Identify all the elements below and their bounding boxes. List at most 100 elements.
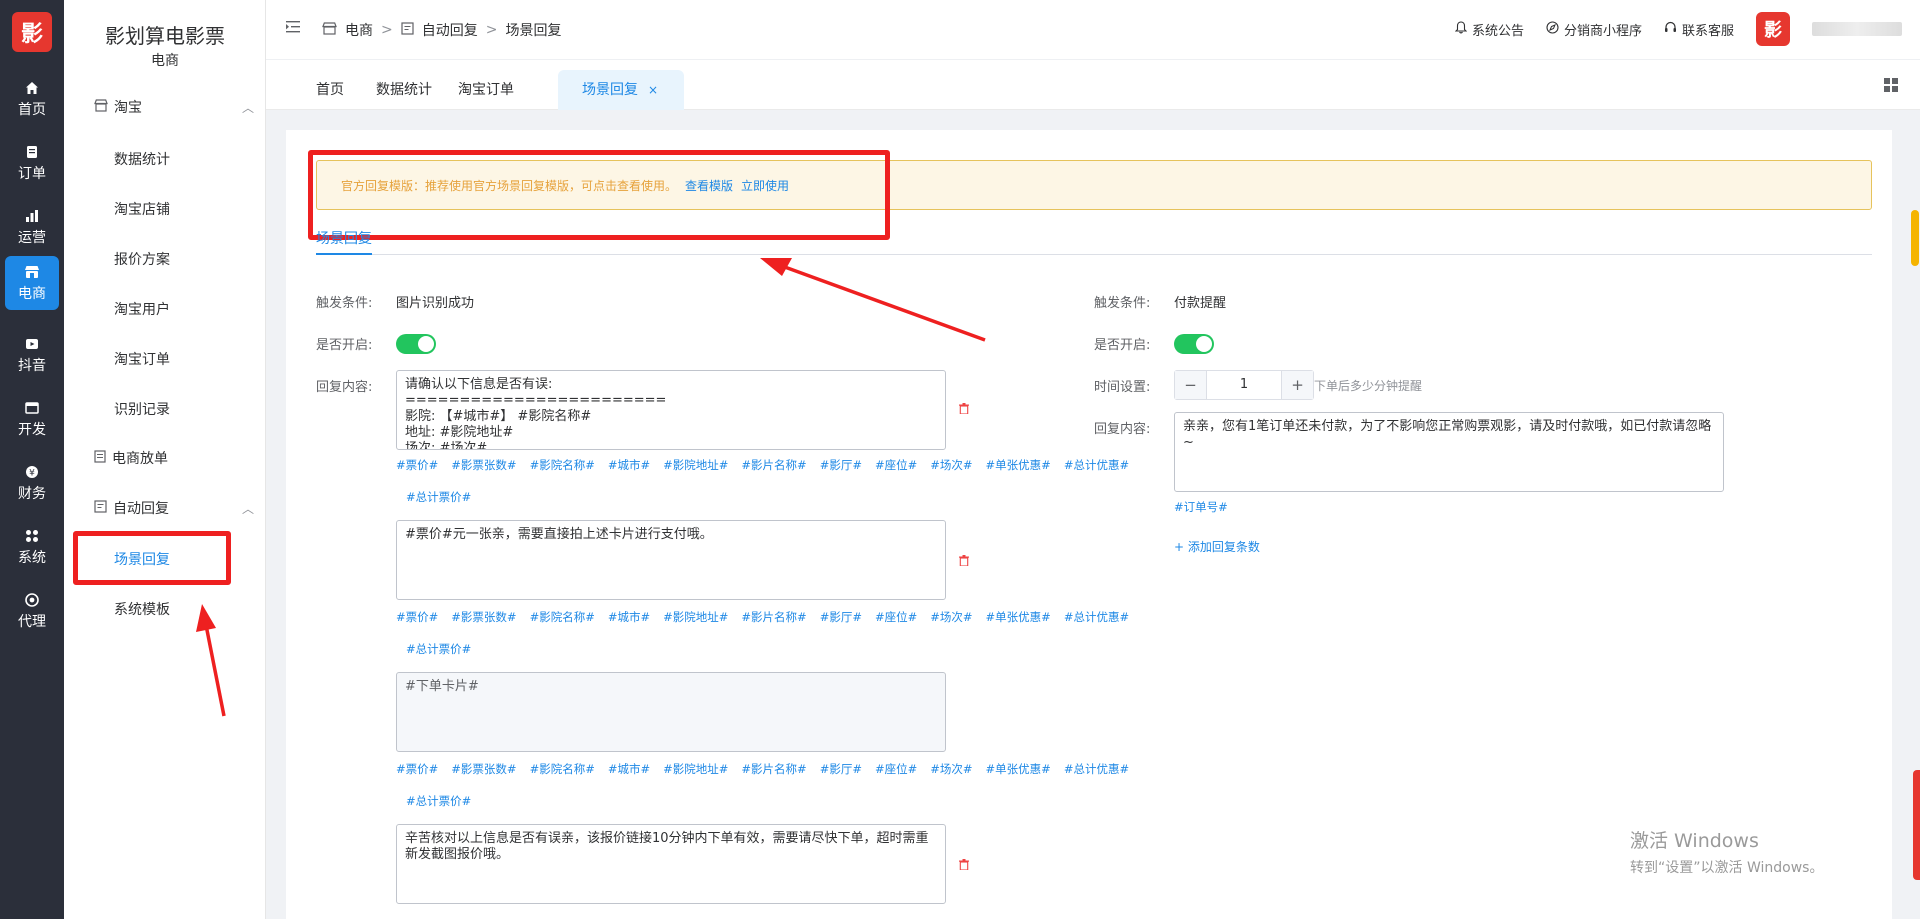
collapse-menu-icon[interactable] xyxy=(286,20,302,34)
tag-cinema-address[interactable]: #影院地址# xyxy=(663,609,728,625)
miniapp-link[interactable]: 分销商小程序 xyxy=(1546,20,1642,39)
breadcrumb-item[interactable]: 电商 xyxy=(345,20,373,40)
tag-total-price[interactable]: #总计票价# xyxy=(406,641,471,657)
rail-item-douyin[interactable]: 抖音 xyxy=(5,328,59,382)
menu-item-quote-plan[interactable]: 报价方案 xyxy=(114,249,244,269)
tag-cinema-address[interactable]: #影院地址# xyxy=(663,761,728,777)
rail-item-ecommerce[interactable]: 电商 xyxy=(5,256,59,310)
support-label: 联系客服 xyxy=(1681,23,1734,39)
chart-icon xyxy=(24,208,40,224)
tag-ticket-price[interactable]: #票价# xyxy=(396,457,438,473)
tag-city[interactable]: #城市# xyxy=(608,609,650,625)
tag-order-number[interactable]: #订单号# xyxy=(1174,499,1228,515)
variable-tags-3: #票价# #影票张数# #影院名称# #城市# #影院地址# #影片名称# #影… xyxy=(396,761,1142,777)
tag-cinema-name[interactable]: #影院名称# xyxy=(530,457,595,473)
rail-item-develop[interactable]: 开发 xyxy=(5,392,59,446)
reply-textarea-4[interactable]: 辛苦核对以上信息是否有误亲，该报价链接10分钟内下单有效，需要请尽快下单，超时需… xyxy=(396,824,946,904)
time-hint: 下单后多少分钟提醒 xyxy=(1314,379,1423,393)
menu-item-system-template[interactable]: 系统模板 xyxy=(114,599,244,619)
tag-movie-name[interactable]: #影片名称# xyxy=(741,609,806,625)
menu-item-taobao-order[interactable]: 淘宝订单 xyxy=(114,349,244,369)
tag-city[interactable]: #城市# xyxy=(608,457,650,473)
tag-ticket-price[interactable]: #票价# xyxy=(396,761,438,777)
breadcrumb: 电商 > 自动回复 > 场景回复 xyxy=(322,20,561,40)
page-scrollbar-thumb[interactable] xyxy=(1911,210,1919,266)
avatar[interactable]: 影 xyxy=(1756,12,1790,46)
video-icon xyxy=(24,336,40,352)
tab-scene-reply[interactable]: 场景回复 × xyxy=(558,70,684,110)
tag-session[interactable]: #场次# xyxy=(930,761,972,777)
tag-ticket-price[interactable]: #票价# xyxy=(396,609,438,625)
minutes-value[interactable]: 1 xyxy=(1207,371,1281,399)
minutes-stepper[interactable]: − 1 + xyxy=(1174,370,1314,400)
delete-icon[interactable] xyxy=(958,858,970,870)
rail-item-agent[interactable]: 代理 xyxy=(5,584,59,638)
menu-group-auto-reply[interactable]: 自动回复 ︿ xyxy=(94,498,254,518)
subtab-scene-reply[interactable]: 场景回复 xyxy=(316,228,372,248)
app-logo: 影 xyxy=(12,12,52,52)
username-blurred[interactable] xyxy=(1812,22,1902,36)
reply-icon xyxy=(94,499,107,517)
menu-item-recognition-log[interactable]: 识别记录 xyxy=(114,399,244,419)
rail-item-system[interactable]: 系统 xyxy=(5,520,59,574)
menu-group-taobao[interactable]: 淘宝 ︿ xyxy=(94,97,254,117)
tag-single-discount[interactable]: #单张优惠# xyxy=(986,457,1051,473)
tag-session[interactable]: #场次# xyxy=(930,609,972,625)
increase-button[interactable]: + xyxy=(1281,371,1313,399)
rail-item-finance[interactable]: ¥ 财务 xyxy=(5,456,59,510)
rail-label: 运营 xyxy=(18,229,46,246)
tag-session[interactable]: #场次# xyxy=(930,457,972,473)
menu-item-taobao-user[interactable]: 淘宝用户 xyxy=(114,299,244,319)
tab-taobao-order[interactable]: 淘宝订单 xyxy=(434,70,538,110)
decrease-button[interactable]: − xyxy=(1175,371,1207,399)
rail-item-order[interactable]: 订单 xyxy=(5,136,59,190)
tag-city[interactable]: #城市# xyxy=(608,761,650,777)
tag-ticket-count[interactable]: #影票张数# xyxy=(451,457,516,473)
tag-ticket-count[interactable]: #影票张数# xyxy=(451,609,516,625)
menu-item-taobao-shop[interactable]: 淘宝店铺 xyxy=(114,199,244,219)
tag-total-price[interactable]: #总计票价# xyxy=(406,793,471,809)
tag-total-discount[interactable]: #总计优惠# xyxy=(1064,761,1129,777)
tag-seat[interactable]: #座位# xyxy=(875,609,917,625)
tag-movie-name[interactable]: #影片名称# xyxy=(741,457,806,473)
tag-cinema-name[interactable]: #影院名称# xyxy=(530,609,595,625)
menu-item-data-stats[interactable]: 数据统计 xyxy=(114,149,244,169)
tag-total-price[interactable]: #总计票价# xyxy=(406,489,471,505)
time-setting-label: 时间设置: xyxy=(1094,380,1151,395)
watermark-line1: 激活 Windows xyxy=(1630,830,1759,852)
tag-cinema-address[interactable]: #影院地址# xyxy=(663,457,728,473)
reply-textarea-2[interactable]: #票价#元一张亲，需要直接拍上述卡片进行支付哦。 xyxy=(396,520,946,600)
grid-menu-icon[interactable] xyxy=(1884,78,1898,92)
system-notice-link[interactable]: 系统公告 xyxy=(1454,20,1524,39)
delete-icon[interactable] xyxy=(958,402,970,414)
system-notice-label: 系统公告 xyxy=(1471,23,1524,39)
edge-widget[interactable] xyxy=(1913,770,1920,880)
tag-ticket-count[interactable]: #影票张数# xyxy=(451,761,516,777)
tag-hall[interactable]: #影厅# xyxy=(820,761,862,777)
rail-label: 订单 xyxy=(18,165,46,182)
tag-seat[interactable]: #座位# xyxy=(875,457,917,473)
tag-hall[interactable]: #影厅# xyxy=(820,457,862,473)
order-icon xyxy=(24,144,40,160)
reply-textarea-1[interactable]: 请确认以下信息是否有误: ======================== 影院… xyxy=(396,370,946,450)
add-reply-button[interactable]: + 添加回复条数 xyxy=(1174,538,1260,555)
tag-cinema-name[interactable]: #影院名称# xyxy=(530,761,595,777)
rail-item-home[interactable]: 首页 xyxy=(5,72,59,126)
reply-textarea-3[interactable]: #下单卡片# xyxy=(396,672,946,752)
tag-total-discount[interactable]: #总计优惠# xyxy=(1064,457,1129,473)
tag-seat[interactable]: #座位# xyxy=(875,761,917,777)
right-reply-textarea[interactable]: 亲亲，您有1笔订单还未付款，为了不影响您正常购票观影，请及时付款哦，如已付款请忽… xyxy=(1174,412,1724,492)
breadcrumb-item[interactable]: 自动回复 xyxy=(422,20,478,40)
tag-hall[interactable]: #影厅# xyxy=(820,609,862,625)
support-link[interactable]: 联系客服 xyxy=(1664,20,1734,39)
tag-single-discount[interactable]: #单张优惠# xyxy=(986,609,1051,625)
enable-switch[interactable] xyxy=(396,334,436,354)
rail-item-operation[interactable]: 运营 xyxy=(5,200,59,254)
tag-single-discount[interactable]: #单张优惠# xyxy=(986,761,1051,777)
tag-total-discount[interactable]: #总计优惠# xyxy=(1064,609,1129,625)
delete-icon[interactable] xyxy=(958,554,970,566)
close-icon[interactable]: × xyxy=(648,83,658,97)
right-enable-switch[interactable] xyxy=(1174,334,1214,354)
menu-item-ecom-order[interactable]: 电商放单 xyxy=(94,448,254,468)
tag-movie-name[interactable]: #影片名称# xyxy=(741,761,806,777)
